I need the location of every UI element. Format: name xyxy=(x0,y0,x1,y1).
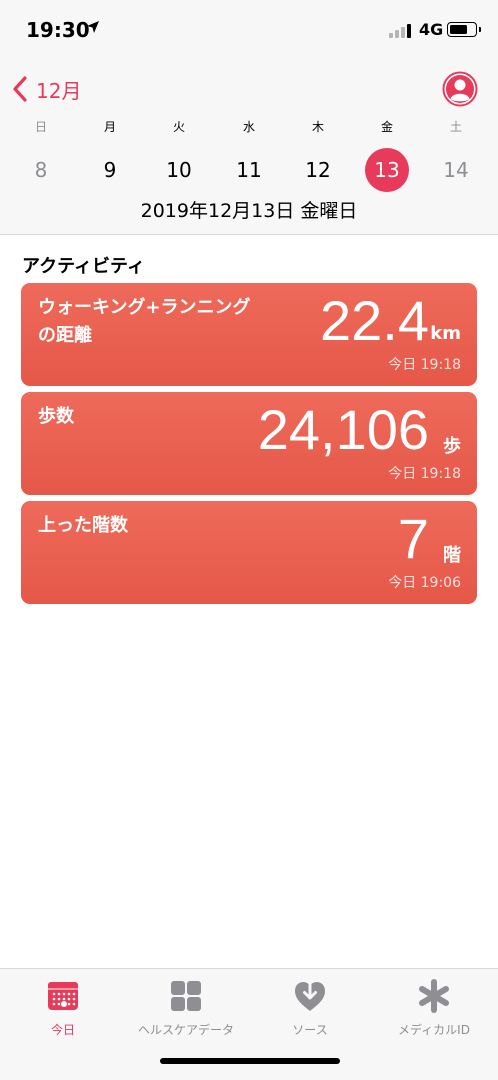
card-value: 7 xyxy=(397,507,429,570)
card-timestamp: 今日 19:06 xyxy=(388,575,461,591)
card-unit: 階 xyxy=(443,545,461,566)
day-number: 11 xyxy=(236,158,262,182)
back-label: 12月 xyxy=(36,78,82,103)
tab-label: ソース xyxy=(292,1023,328,1037)
card-title-line1: 上った階数 xyxy=(38,515,128,536)
day-friday[interactable]: 金 13 xyxy=(365,118,409,192)
tab-label: メディカルID xyxy=(398,1023,470,1037)
week-strip: 日 8 月 9 火 10 水 11 木 12 金 13 土 14 xyxy=(0,118,498,192)
location-arrow-icon xyxy=(87,21,99,33)
day-number: 8 xyxy=(34,158,48,182)
day-of-week: 土 xyxy=(449,120,462,134)
card-title-line1: ウォーキング+ランニング xyxy=(38,297,251,318)
card-timestamp: 今日 19:18 xyxy=(388,357,461,373)
day-tuesday[interactable]: 火 10 xyxy=(157,118,201,190)
tab-label: 今日 xyxy=(50,1023,75,1037)
card-title-line1: 歩数 xyxy=(38,406,74,427)
card-value: 24,106 xyxy=(257,398,429,461)
day-number-selected: 13 xyxy=(365,148,409,192)
card-title: ウォーキング+ランニング の距離 xyxy=(38,294,251,350)
heart-download-icon xyxy=(295,979,325,1011)
day-sunday[interactable]: 日 8 xyxy=(19,118,63,190)
steps-card[interactable]: 歩数 24,106 歩 今日 19:18 xyxy=(21,392,477,495)
day-number: 10 xyxy=(166,158,192,182)
card-title: 上った階数 xyxy=(38,512,128,540)
profile-avatar-icon[interactable] xyxy=(442,71,478,107)
day-of-week: 金 xyxy=(380,120,393,134)
tab-medical-id[interactable]: メディカルID xyxy=(374,979,494,1038)
status-bar: 19:30 4G xyxy=(0,0,498,62)
battery-icon xyxy=(447,22,481,37)
home-indicator[interactable] xyxy=(160,1058,340,1064)
grid-icon xyxy=(171,981,201,1011)
chevron-left-icon xyxy=(13,76,27,102)
asterisk-icon xyxy=(419,979,449,1013)
day-of-week: 木 xyxy=(311,120,324,134)
card-unit: km xyxy=(430,323,461,344)
tab-label: ヘルスケアデータ xyxy=(137,1023,234,1037)
card-timestamp: 今日 19:18 xyxy=(388,466,461,482)
card-unit: 歩 xyxy=(443,436,461,457)
day-of-week: 日 xyxy=(34,120,47,134)
day-number: 12 xyxy=(305,158,331,182)
day-of-week: 水 xyxy=(242,120,255,134)
calendar-icon xyxy=(48,982,78,1010)
tab-today[interactable]: 今日 xyxy=(3,979,123,1038)
card-title-line2: の距離 xyxy=(38,325,92,346)
day-number: 9 xyxy=(103,158,117,182)
day-thursday[interactable]: 木 12 xyxy=(296,118,340,190)
back-button[interactable]: 12月 xyxy=(10,74,81,104)
date-header: 12月 日 8 月 9 火 10 水 11 木 12 金 13 土 14 201… xyxy=(0,62,498,235)
floors-card[interactable]: 上った階数 7 階 今日 19:06 xyxy=(21,501,477,604)
day-saturday[interactable]: 土 14 xyxy=(434,118,478,190)
selected-date-title: 2019年12月13日 金曜日 xyxy=(140,200,358,222)
section-title: アクティビティ xyxy=(22,256,145,277)
day-monday[interactable]: 月 9 xyxy=(88,118,132,190)
day-wednesday[interactable]: 水 11 xyxy=(227,118,271,190)
tab-sources[interactable]: ソース xyxy=(250,979,370,1038)
network-type: 4G xyxy=(419,20,444,39)
day-number: 14 xyxy=(443,158,469,182)
card-value: 22.4 xyxy=(320,289,429,352)
signal-icon xyxy=(389,24,411,38)
day-of-week: 月 xyxy=(103,120,116,134)
status-time: 19:30 xyxy=(26,18,90,42)
day-of-week: 火 xyxy=(172,120,185,134)
tab-health-data[interactable]: ヘルスケアデータ xyxy=(126,979,246,1038)
card-title: 歩数 xyxy=(38,403,74,431)
distance-card[interactable]: ウォーキング+ランニング の距離 22.4 km 今日 19:18 xyxy=(21,283,477,386)
